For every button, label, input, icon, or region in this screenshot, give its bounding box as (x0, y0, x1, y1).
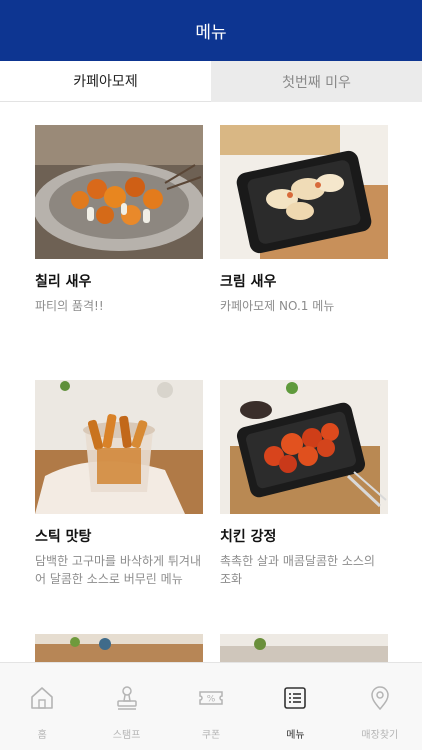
menu-card-description: 담백한 고구마를 바삭하게 튀겨내어 달콤한 소스로 버무린 메뉴 (35, 554, 202, 586)
menu-card-title: 스틱 맛탕 (35, 529, 92, 545)
menu-card-title: 크림 새우 (220, 274, 277, 290)
home-icon (31, 687, 54, 709)
nav-item-stamp[interactable]: 스탬프 (84, 663, 168, 750)
menu-card-description: 촉촉한 살과 매콤달콤한 소스의 조화 (220, 554, 375, 586)
nav-item-store-finder[interactable]: 매장찾기 (338, 663, 422, 750)
menu-card-chicken-gangjeong[interactable]: 치킨 강정 촉촉한 살과 매콤달콤한 소스의 조화 (220, 380, 388, 588)
nav-label: 매장찾기 (361, 730, 399, 741)
nav-item-coupon[interactable]: % 쿠폰 (169, 663, 253, 750)
menu-card-chili-shrimp[interactable]: 칠리 새우 파티의 품격!! (35, 125, 203, 315)
nav-label: 홈 (37, 730, 47, 741)
menu-card-title: 칠리 새우 (35, 274, 92, 290)
menu-card-description: 파티의 품격!! (35, 299, 104, 313)
chili-shrimp-image (35, 125, 203, 259)
coupon-icon: % (199, 691, 223, 705)
cream-shrimp-image (220, 125, 388, 259)
nav-label: 메뉴 (286, 730, 305, 741)
nav-item-home[interactable]: 홈 (0, 663, 84, 750)
menu-image-partial (35, 634, 203, 662)
tab-first-miu[interactable]: 첫번째 미우 (211, 61, 422, 102)
brand-tabs: 카페아모제 첫번째 미우 (0, 61, 422, 102)
sweet-potato-image (35, 380, 203, 514)
tab-cafe-amoje[interactable]: 카페아모제 (0, 61, 211, 102)
svg-text:%: % (207, 695, 216, 705)
menu-list-icon (284, 687, 307, 709)
nav-item-menu[interactable]: 메뉴 (253, 663, 337, 750)
menu-card-sweet-potato-sticks[interactable]: 스틱 맛탕 담백한 고구마를 바삭하게 튀겨내어 달콤한 소스로 버무린 메뉴 (35, 380, 203, 588)
stamp-icon (116, 686, 137, 710)
menu-card-partial-right[interactable] (220, 634, 388, 662)
menu-card-title: 치킨 강정 (220, 529, 277, 545)
menu-grid: 칠리 새우 파티의 품격!! 크림 새우 카페아모제 NO.1 메뉴 스틱 맛탕… (0, 102, 422, 662)
location-pin-icon (371, 686, 389, 711)
menu-card-partial-left[interactable] (35, 634, 203, 662)
menu-card-cream-shrimp[interactable]: 크림 새우 카페아모제 NO.1 메뉴 (220, 125, 388, 315)
chicken-gangjeong-image (220, 380, 388, 514)
nav-label: 쿠폰 (201, 730, 221, 741)
tab-label: 첫번째 미우 (282, 74, 351, 91)
nav-label: 스탬프 (112, 730, 141, 741)
app-header: 메뉴 (0, 0, 422, 61)
menu-image-partial (220, 634, 388, 662)
bottom-nav: 홈 스탬프 % 쿠폰 메뉴 매장찾기 (0, 662, 422, 750)
menu-card-description: 카페아모제 NO.1 메뉴 (220, 299, 335, 313)
tab-label: 카페아모제 (73, 74, 138, 90)
page-title: 메뉴 (195, 23, 227, 43)
